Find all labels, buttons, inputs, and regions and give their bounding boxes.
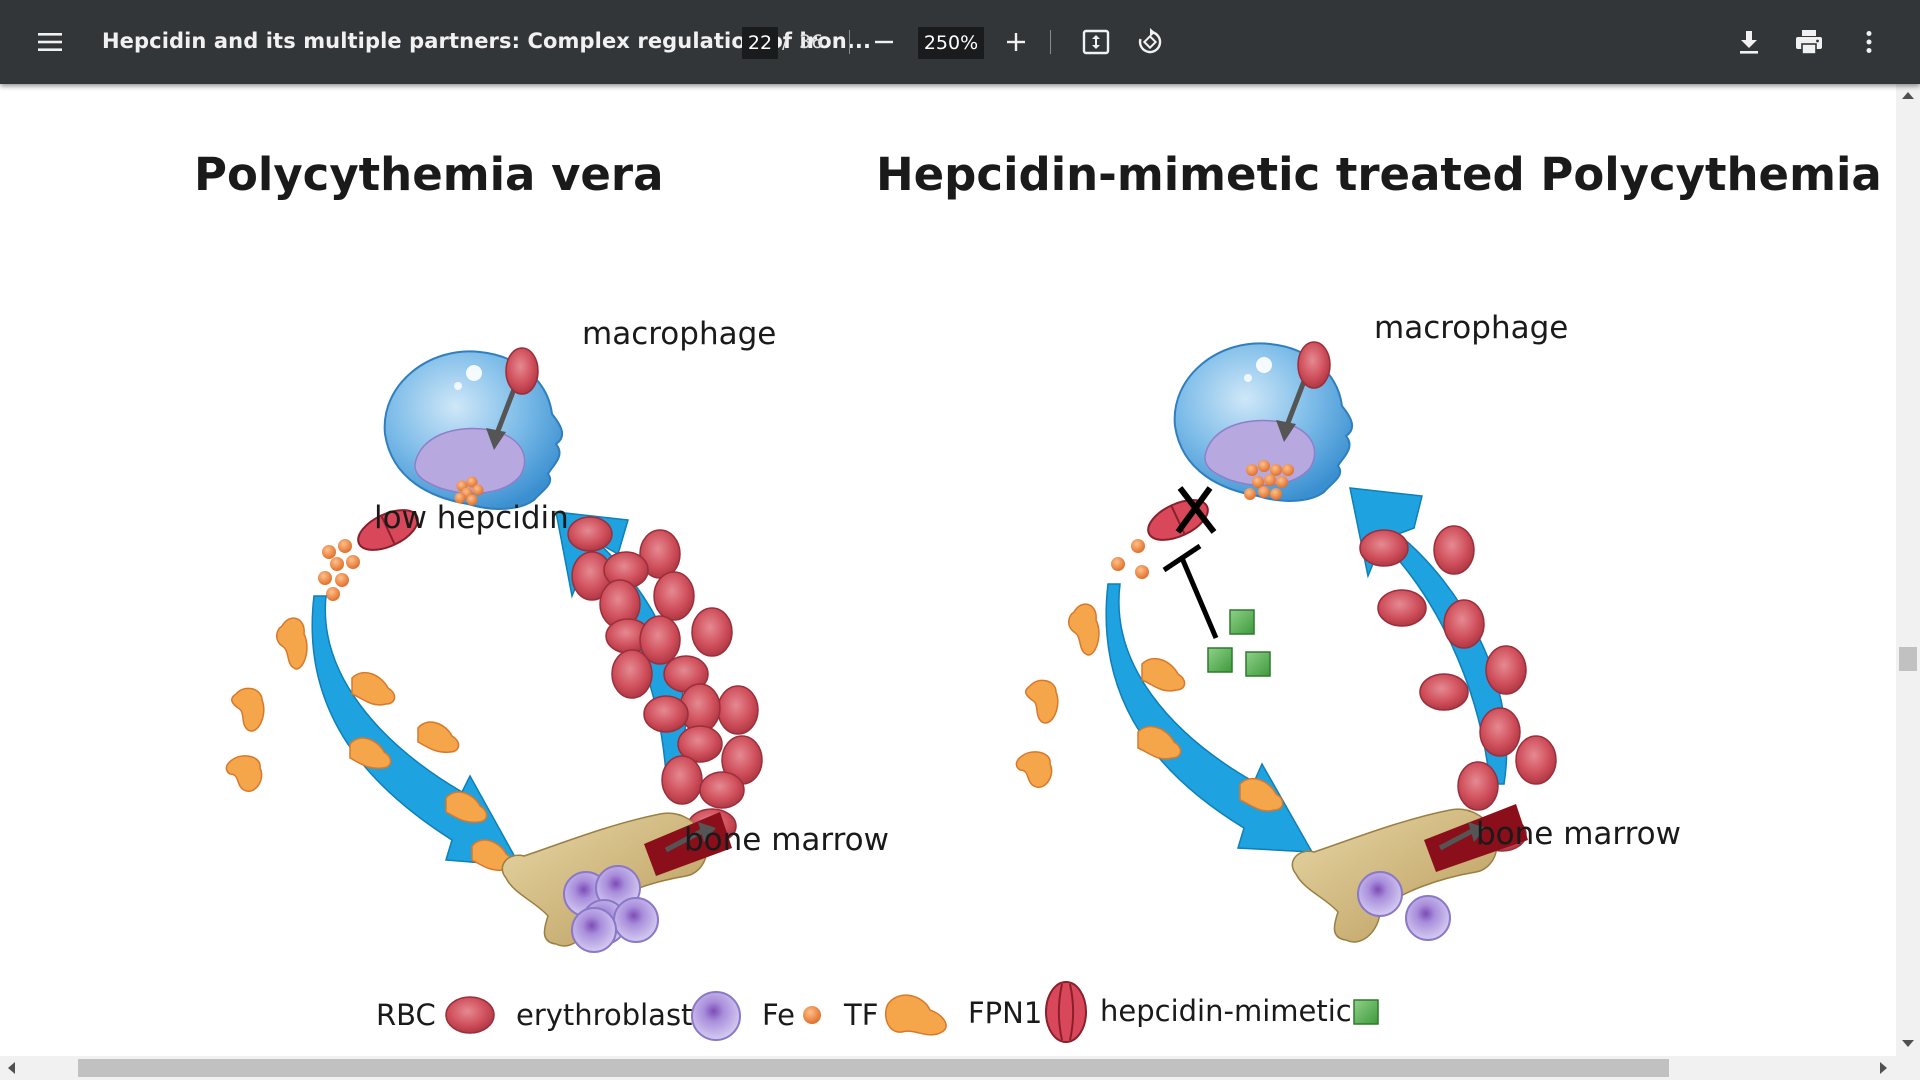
- fe-icon: [803, 1006, 821, 1024]
- zoom-level-input[interactable]: 250%: [918, 27, 984, 59]
- vertical-scroll-thumb[interactable]: [1899, 647, 1917, 671]
- iron-flow-arrow: [311, 595, 522, 867]
- macrophage-label: macrophage: [1374, 310, 1569, 346]
- bone-marrow-label: bone marrow: [684, 822, 889, 858]
- horizontal-scroll-thumb[interactable]: [78, 1059, 1669, 1077]
- inhibition-mark: [1162, 543, 1219, 639]
- hepcidin-mimetic-squares: [1207, 609, 1271, 677]
- bone-marrow-label: bone marrow: [1476, 816, 1681, 852]
- vertical-scrollbar[interactable]: [1896, 84, 1920, 1056]
- figure-illustration: [225, 341, 1557, 1043]
- erythroblast-icon: [691, 991, 741, 1041]
- fit-to-page-icon[interactable]: [1076, 22, 1116, 62]
- left-diagram: [225, 347, 763, 953]
- ferroportin-icon: [1045, 981, 1087, 1043]
- macrophage-label: macrophage: [582, 316, 777, 352]
- right-panel-title: Hepcidin-mimetic treated Polycythemia ve…: [876, 148, 1896, 201]
- page-total: 36: [799, 31, 824, 53]
- legend-label-erythroblast: erythroblast: [516, 998, 693, 1032]
- scroll-left-arrow-icon[interactable]: [8, 1062, 15, 1074]
- legend-label-fe: Fe: [762, 998, 795, 1032]
- hepcidin-mimetic-icon: [1353, 999, 1379, 1025]
- page-number-input[interactable]: 22: [742, 27, 778, 59]
- legend-label-fpn1: FPN1: [968, 996, 1043, 1030]
- scroll-down-arrow-icon[interactable]: [1902, 1040, 1914, 1047]
- more-vertical-icon[interactable]: [1849, 22, 1889, 62]
- legend-label-rbc: RBC: [376, 998, 436, 1032]
- rotate-icon[interactable]: [1130, 22, 1170, 62]
- left-panel-title: Polycythemia vera: [194, 148, 664, 201]
- legend-label-hepcidin-mimetic: hepcidin-mimetic: [1100, 994, 1352, 1028]
- hepcidin-level-label: low hepcidin: [374, 500, 569, 536]
- scroll-right-arrow-icon[interactable]: [1880, 1062, 1887, 1074]
- page-separator: /: [782, 31, 789, 53]
- scroll-up-arrow-icon[interactable]: [1902, 92, 1914, 99]
- download-icon[interactable]: [1729, 22, 1769, 62]
- minus-icon[interactable]: [864, 22, 904, 62]
- transferrin-icon: [884, 994, 947, 1036]
- legend-label-tf: TF: [844, 998, 879, 1032]
- pdf-viewer[interactable]: Polycythemia vera Hepcidin-mimetic treat…: [0, 84, 1896, 1056]
- pdf-toolbar: Hepcidin and its multiple partners: Comp…: [0, 0, 1920, 84]
- hamburger-menu-icon[interactable]: [30, 22, 70, 62]
- toolbar-divider: [1050, 30, 1051, 54]
- plus-icon[interactable]: [996, 22, 1036, 62]
- rbc-icon: [445, 996, 495, 1034]
- print-icon[interactable]: [1789, 22, 1829, 62]
- toolbar-divider: [849, 30, 850, 54]
